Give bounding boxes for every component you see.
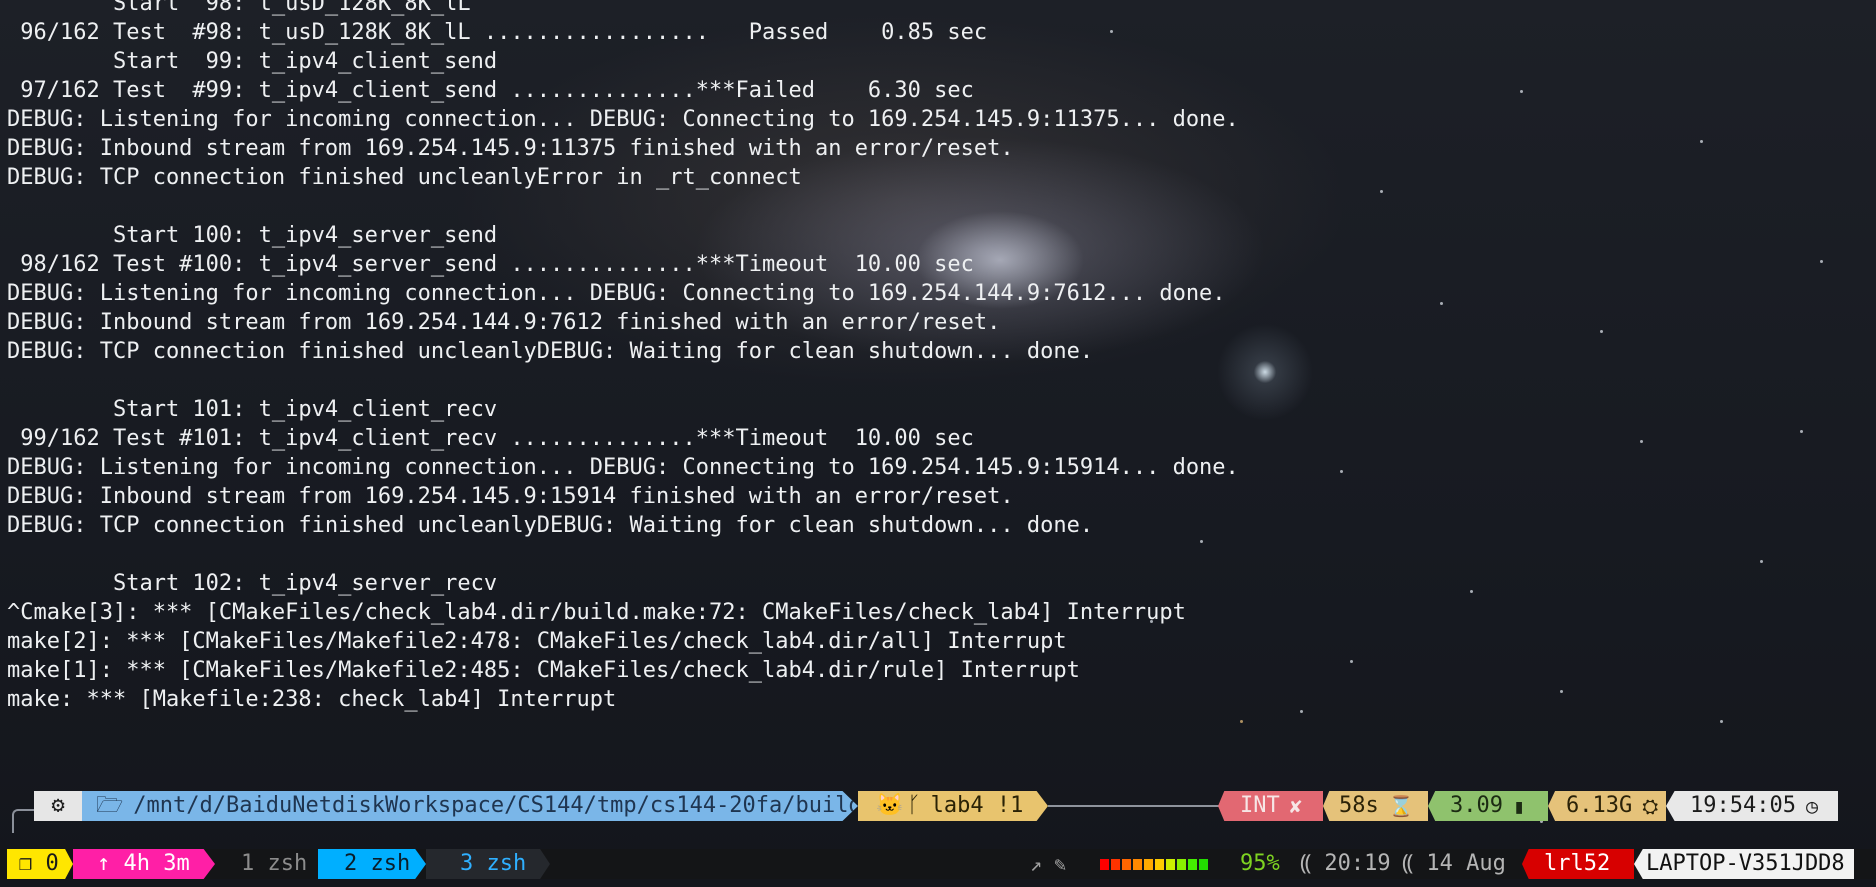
terminal-line: make: *** [Makefile:238: check_lab4] Int… (7, 687, 617, 712)
terminal-line: Start 102: t_ipv4_server_recv (7, 571, 498, 596)
folder-icon: 🗁 (96, 793, 124, 818)
tmux-window-3[interactable]: 3 zsh (426, 849, 550, 879)
shell-prompt: ⚙ 🗁 /mnt/d/BaiduNetdiskWorkspace/CS144/t… (0, 791, 1876, 833)
tmux-clock: ⸨ 20:19 (1300, 851, 1391, 876)
battery-segment (1122, 859, 1131, 870)
mouse-and-prefix-icons: ↗ ✎ (1030, 852, 1067, 876)
battery-segment (1188, 859, 1197, 870)
load-average: 3.09 ▮ (1428, 791, 1548, 821)
terminal-line: 98/162 Test #100: t_ipv4_server_send ...… (7, 252, 974, 277)
cross-icon: ✘ (1289, 794, 1302, 818)
battery-segment (1177, 859, 1186, 870)
tmux-date: ⸨ 14 Aug (1402, 851, 1506, 876)
clock-icon: ◷ (1805, 794, 1819, 818)
ram-text: 6.13G (1566, 793, 1633, 818)
memory-icon: ⛭ (1642, 794, 1659, 818)
command-duration: 58s ⌛ (1323, 791, 1428, 821)
tmux-window-1[interactable]: 1 zsh (215, 849, 325, 879)
terminal-line: DEBUG: TCP connection finished uncleanly… (7, 513, 1094, 538)
battery-segment (1199, 859, 1208, 870)
battery-segment (1155, 859, 1164, 870)
terminal-line: Start 98: t_usD_128K_8K_lL (7, 0, 471, 16)
tmux-uptime: ↑ 4h 3m (73, 849, 215, 879)
current-directory: 🗁 /mnt/d/BaiduNetdiskWorkspace/CS144/tmp… (82, 791, 858, 821)
battery-segment (1166, 859, 1175, 870)
prompt-corner (12, 809, 36, 833)
tmux-hostname: LAPTOP-V351JDD8 (1634, 849, 1854, 879)
exit-status: INT ✘ (1218, 791, 1323, 821)
terminal-line: make[2]: *** [CMakeFiles/Makefile2:478: … (7, 629, 1067, 654)
prompt-time: 19:54:05 ◷ (1666, 791, 1838, 821)
terminal-line: ^Cmake[3]: *** [CMakeFiles/check_lab4.di… (7, 600, 1186, 625)
tmux-username: lrl52 (1522, 849, 1634, 879)
terminal-line: DEBUG: TCP connection finished uncleanly… (7, 339, 1094, 364)
bar-chart-icon: ▮ (1512, 794, 1526, 818)
battery-segment (1100, 859, 1109, 870)
battery-segment (1133, 859, 1142, 870)
battery-segment (1111, 859, 1120, 870)
terminal-line: Start 99: t_ipv4_client_send (7, 49, 498, 74)
terminal-line: DEBUG: Inbound stream from 169.254.144.9… (7, 310, 1001, 335)
load-text: 3.09 (1450, 793, 1503, 818)
terminal-line: 97/162 Test #99: t_ipv4_client_send ....… (7, 78, 974, 103)
github-cat-icon: 🐱 (876, 793, 904, 818)
tmux-session[interactable]: ❐ 0 (7, 849, 73, 879)
terminal-line: DEBUG: Inbound stream from 169.254.145.9… (7, 136, 1014, 161)
battery-segment (1144, 859, 1153, 870)
git-branch-icon: ᚴ (907, 793, 921, 818)
tmux-status-bar: ❐ 0 ↑ 4h 3m 1 zsh 2 zsh 3 zsh ↗ ✎ 95% ⸨ … (0, 849, 1876, 879)
terminal-line: Start 100: t_ipv4_server_send (7, 223, 498, 248)
terminal-line: DEBUG: Inbound stream from 169.254.145.9… (7, 484, 1014, 509)
directory-path: /mnt/d/BaiduNetdiskWorkspace/CS144/tmp/c… (133, 793, 862, 818)
terminal-line: 96/162 Test #98: t_usD_128K_8K_lL ......… (7, 20, 988, 45)
prompt-filler-line (1048, 805, 1224, 807)
battery-percent: 95% (1240, 851, 1280, 876)
terminal-line: Start 101: t_ipv4_client_recv (7, 397, 498, 422)
time-text: 19:54:05 (1690, 793, 1796, 818)
ram-usage: 6.13G ⛭ (1548, 791, 1666, 821)
terminal-line: DEBUG: TCP connection finished uncleanly… (7, 165, 802, 190)
battery-bar (1100, 859, 1208, 870)
git-status: 🐱 ᚴ lab4 !1 (858, 791, 1048, 821)
duration-text: 58s (1339, 793, 1379, 818)
terminal-line: DEBUG: Listening for incoming connection… (7, 455, 1239, 480)
os-icon: ⚙ (34, 791, 82, 821)
terminal-line: DEBUG: Listening for incoming connection… (7, 107, 1239, 132)
terminal-line: make[1]: *** [CMakeFiles/Makefile2:485: … (7, 658, 1080, 683)
git-branch-name: lab4 !1 (930, 793, 1024, 818)
tmux-window-2-active[interactable]: 2 zsh (318, 849, 426, 879)
terminal-line: DEBUG: Listening for incoming connection… (7, 281, 1226, 306)
terminal-output: Start 98: t_usD_128K_8K_lL 96/162 Test #… (7, 0, 1876, 714)
exit-status-text: INT (1240, 793, 1280, 818)
terminal-line: 99/162 Test #101: t_ipv4_client_recv ...… (7, 426, 974, 451)
hourglass-icon: ⌛ (1388, 794, 1414, 818)
